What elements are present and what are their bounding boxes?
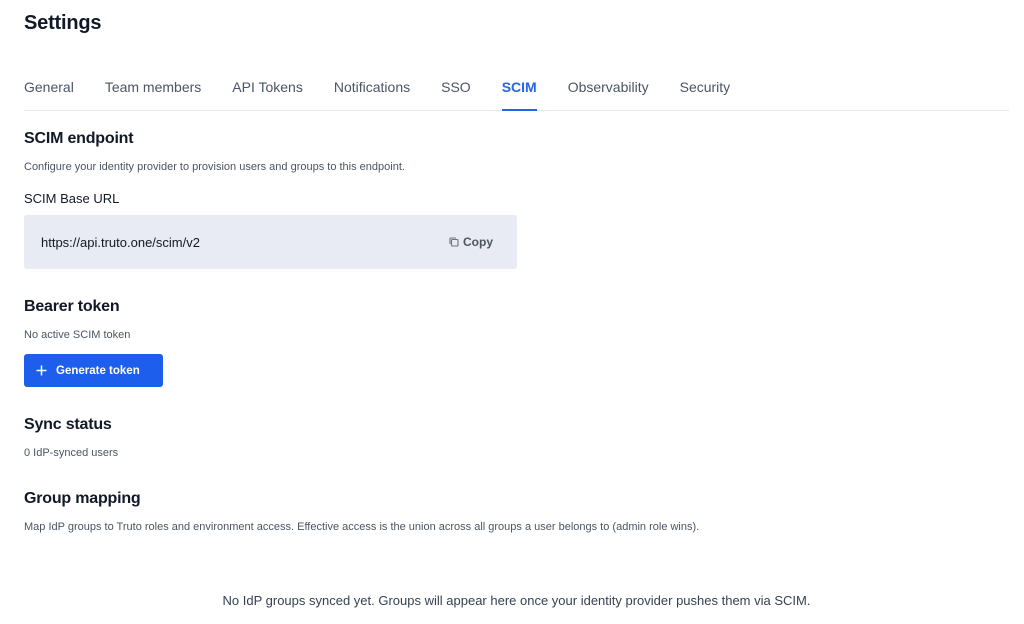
page-title: Settings <box>24 12 102 34</box>
copy-button-label: Copy <box>463 235 493 249</box>
group-mapping-description: Map IdP groups to Truto roles and enviro… <box>24 521 700 533</box>
scim-base-url-label: SCIM Base URL <box>24 191 120 206</box>
tab-team-members[interactable]: Team members <box>105 64 201 110</box>
copy-url-button[interactable]: Copy <box>448 235 493 249</box>
plus-icon <box>36 365 47 376</box>
sync-status-title: Sync status <box>24 416 112 433</box>
tab-notifications[interactable]: Notifications <box>334 64 410 110</box>
tab-security[interactable]: Security <box>680 64 731 110</box>
scim-endpoint-title: SCIM endpoint <box>24 130 134 147</box>
bearer-token-status: No active SCIM token <box>24 329 131 341</box>
tab-api-tokens[interactable]: API Tokens <box>232 64 303 110</box>
scim-endpoint-description: Configure your identity provider to prov… <box>24 161 405 173</box>
tab-sso[interactable]: SSO <box>441 64 471 110</box>
copy-icon <box>448 236 460 248</box>
tab-general[interactable]: General <box>24 64 74 110</box>
generate-token-button[interactable]: Generate token <box>24 354 163 387</box>
scim-base-url-box: https://api.truto.one/scim/v2 Copy <box>24 215 517 269</box>
scim-base-url-value[interactable]: https://api.truto.one/scim/v2 <box>41 235 200 250</box>
group-mapping-empty-state: No IdP groups synced yet. Groups will ap… <box>222 593 811 608</box>
settings-tabs: General Team members API Tokens Notifica… <box>24 64 1009 111</box>
generate-token-label: Generate token <box>56 364 140 377</box>
tab-scim[interactable]: SCIM <box>501 64 537 111</box>
group-mapping-title: Group mapping <box>24 490 141 507</box>
tab-observability[interactable]: Observability <box>568 64 649 110</box>
bearer-token-title: Bearer token <box>24 298 120 315</box>
sync-status-count: 0 IdP-synced users <box>24 447 119 459</box>
